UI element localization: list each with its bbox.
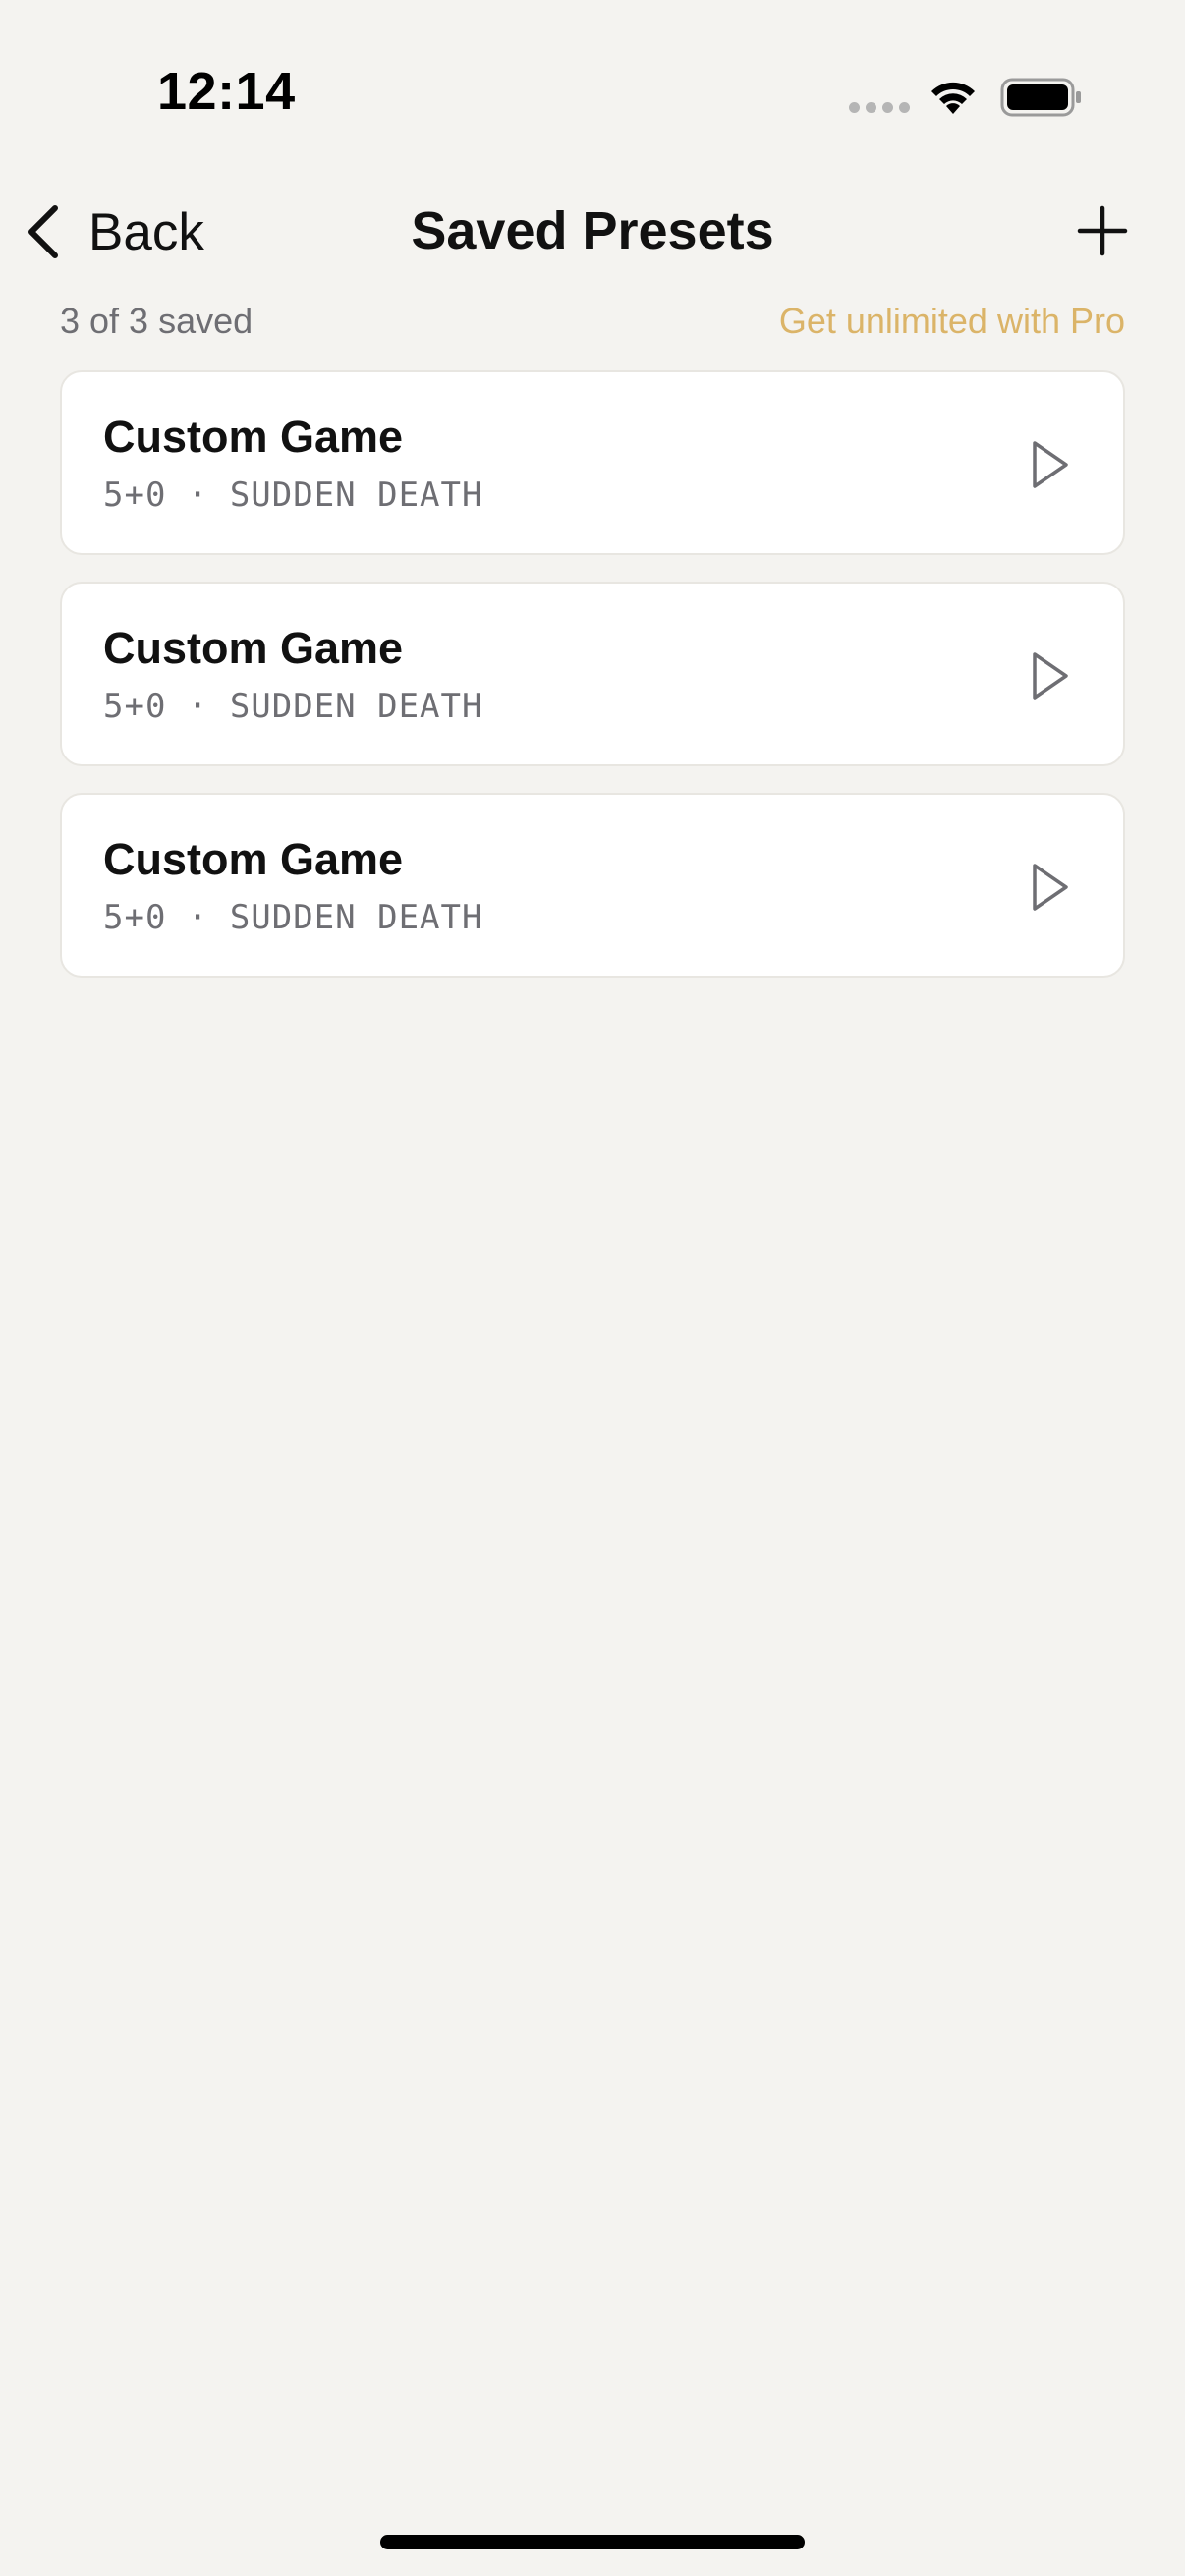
play-button[interactable] xyxy=(1021,856,1076,919)
battery-icon xyxy=(1000,78,1081,117)
saved-count: 3 of 3 saved xyxy=(60,301,254,341)
get-pro-link[interactable]: Get unlimited with Pro xyxy=(779,297,1125,346)
chevron-left-icon xyxy=(28,205,58,258)
play-icon xyxy=(1033,652,1068,700)
add-preset-button[interactable] xyxy=(1071,196,1134,265)
play-icon xyxy=(1033,864,1068,911)
preset-detail: 5+0 · SUDDEN DEATH xyxy=(103,476,483,515)
preset-card[interactable]: Custom Game 5+0 · SUDDEN DEATH xyxy=(60,582,1125,766)
status-bar: 12:14 xyxy=(0,0,1185,187)
preset-name: Custom Game xyxy=(103,412,404,462)
home-indicator[interactable] xyxy=(380,2535,805,2549)
play-button[interactable] xyxy=(1021,644,1076,707)
play-button[interactable] xyxy=(1021,433,1076,496)
preset-detail: 5+0 · SUDDEN DEATH xyxy=(103,898,483,937)
wifi-icon xyxy=(931,82,975,114)
status-time: 12:14 xyxy=(157,62,296,121)
play-icon xyxy=(1033,441,1068,488)
back-label: Back xyxy=(88,202,204,261)
preset-name: Custom Game xyxy=(103,834,404,884)
preset-list: Custom Game 5+0 · SUDDEN DEATH Custom Ga… xyxy=(60,370,1125,1004)
cellular-signal-icon xyxy=(849,102,910,113)
preset-detail: 5+0 · SUDDEN DEATH xyxy=(103,687,483,726)
preset-card[interactable]: Custom Game 5+0 · SUDDEN DEATH xyxy=(60,370,1125,555)
preset-card[interactable]: Custom Game 5+0 · SUDDEN DEATH xyxy=(60,793,1125,978)
plus-icon xyxy=(1077,205,1128,256)
back-button[interactable]: Back xyxy=(22,195,204,269)
preset-name: Custom Game xyxy=(103,623,404,673)
